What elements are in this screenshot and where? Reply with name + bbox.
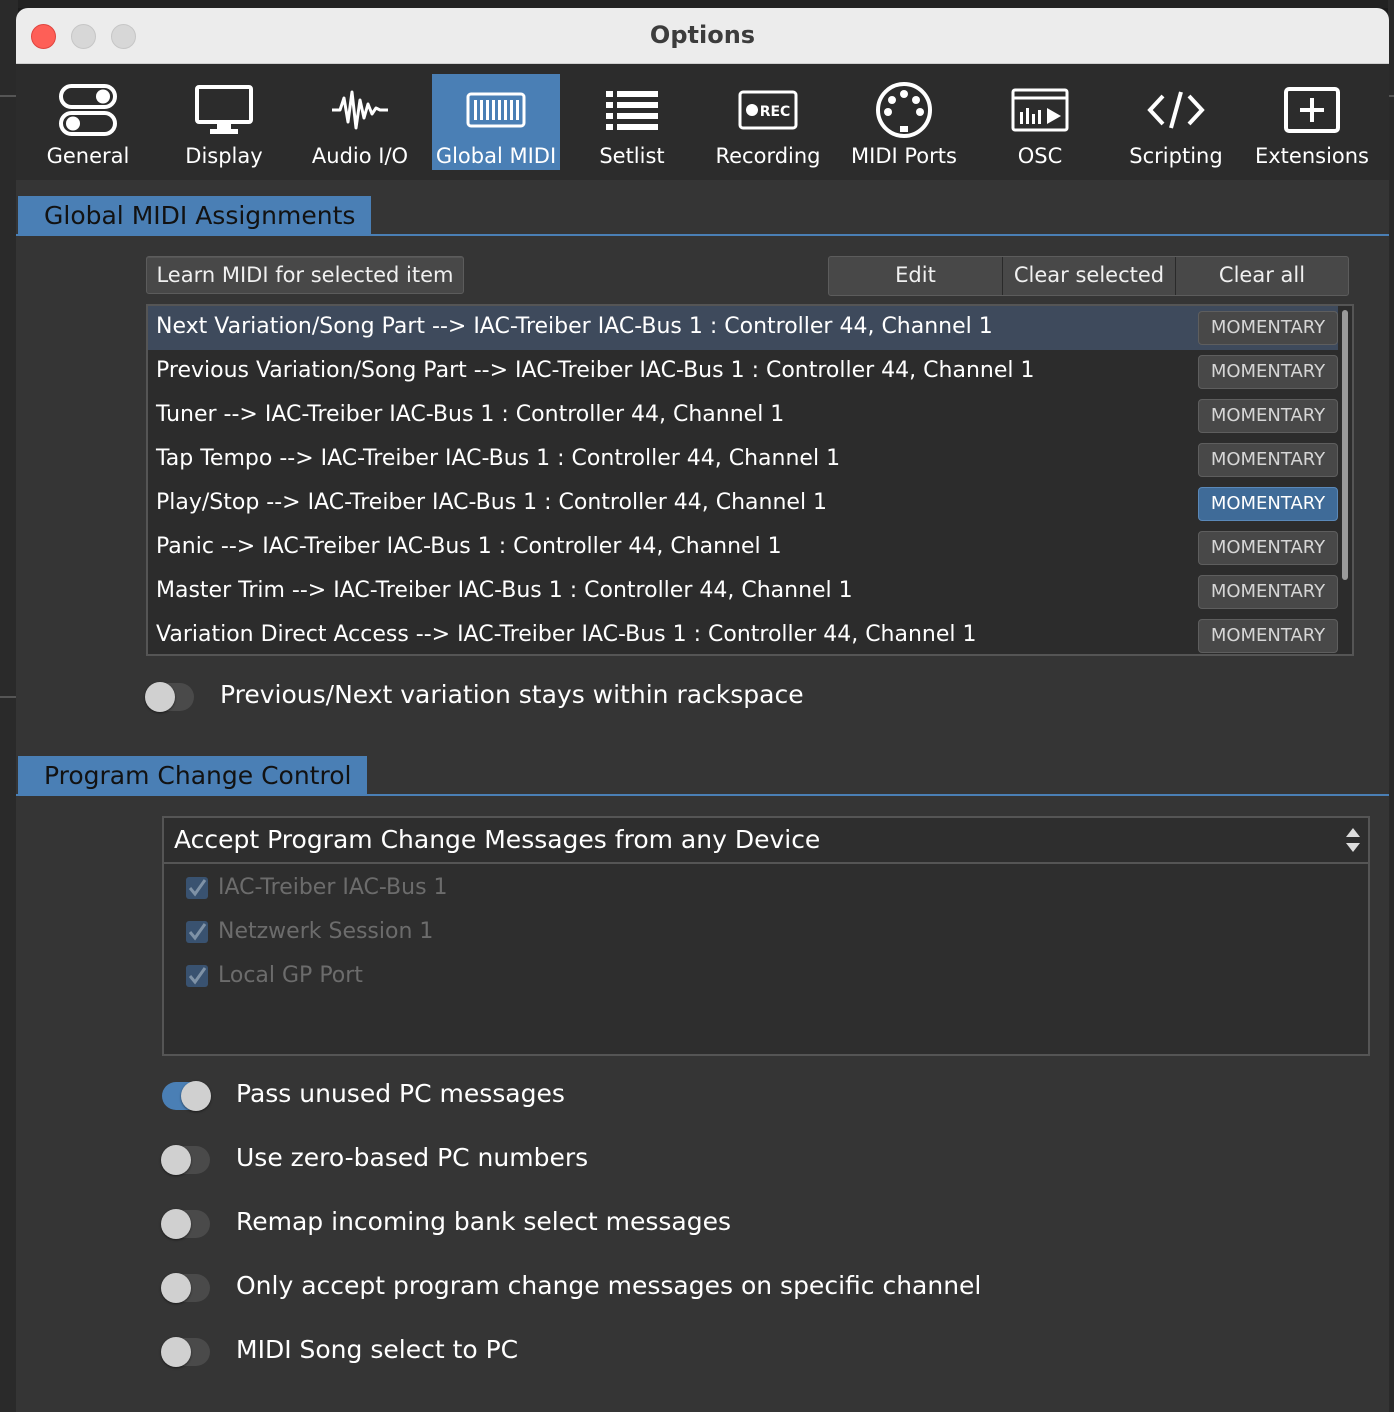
program-change-section-header: Program Change Control <box>18 756 368 796</box>
global-midi-section-header: Global MIDI Assignments <box>18 196 372 236</box>
pass-unused-pc-toggle[interactable] <box>162 1081 211 1111</box>
window-title: Options <box>649 21 756 49</box>
zero-based-pc-toggle[interactable] <box>161 1145 210 1175</box>
background-app-strip <box>0 0 1394 8</box>
song-select-to-pc-toggle[interactable] <box>161 1337 210 1367</box>
tab-scripting[interactable]: Scripting <box>1112 74 1240 170</box>
code-icon <box>1112 80 1240 140</box>
assignment-row[interactable]: Panic --> IAC-Treiber IAC-Bus 1 : Contro… <box>148 526 1338 570</box>
momentary-button[interactable]: MOMENTARY <box>1198 531 1338 565</box>
clear-all-button[interactable]: Clear all <box>1176 257 1348 295</box>
list-icon <box>568 80 696 140</box>
toggles-icon <box>24 80 152 140</box>
tab-osc[interactable]: OSC <box>976 74 1104 170</box>
monitor-icon <box>160 80 288 140</box>
song-select-to-pc-label: MIDI Song select to PC <box>236 1335 519 1364</box>
rec-icon: REC <box>704 80 832 140</box>
momentary-button[interactable]: MOMENTARY <box>1198 311 1338 345</box>
tab-general[interactable]: General <box>24 74 152 170</box>
assignment-row[interactable]: Next Variation/Song Part --> IAC-Treiber… <box>148 306 1338 350</box>
learn-midi-button[interactable]: Learn MIDI for selected item <box>146 256 464 294</box>
tab-display[interactable]: Display <box>160 74 288 170</box>
assignment-row[interactable]: Tuner --> IAC-Treiber IAC-Bus 1 : Contro… <box>148 394 1338 438</box>
clear-selected-button[interactable]: Clear selected <box>1003 257 1176 295</box>
tab-midi-ports[interactable]: MIDI Ports <box>840 74 968 170</box>
midi-assignment-list[interactable]: Next Variation/Song Part --> IAC-Treiber… <box>146 304 1354 656</box>
momentary-button[interactable]: MOMENTARY <box>1198 443 1338 477</box>
tab-extensions[interactable]: Extensions <box>1248 74 1376 170</box>
assignment-list-scrollbar[interactable] <box>1342 310 1348 580</box>
stay-in-rackspace-toggle[interactable] <box>145 682 194 712</box>
remap-bank-select-toggle[interactable] <box>161 1209 210 1239</box>
assignment-row[interactable]: Master Trim --> IAC-Treiber IAC-Bus 1 : … <box>148 570 1338 614</box>
tab-global-midi[interactable]: Global MIDI <box>432 74 560 170</box>
piano-keys-icon <box>432 80 560 140</box>
momentary-button[interactable]: MOMENTARY <box>1198 619 1338 653</box>
pass-unused-pc-label: Pass unused PC messages <box>236 1079 565 1108</box>
specific-channel-label: Only accept program change messages on s… <box>236 1271 982 1300</box>
select-arrows-icon <box>1344 826 1362 854</box>
assignment-row[interactable]: Tap Tempo --> IAC-Treiber IAC-Bus 1 : Co… <box>148 438 1338 482</box>
waveform-icon <box>296 80 424 140</box>
remap-bank-select-label: Remap incoming bank select messages <box>236 1207 731 1236</box>
checkbox[interactable] <box>186 921 208 943</box>
momentary-button[interactable]: MOMENTARY <box>1198 575 1338 609</box>
osc-icon <box>976 80 1104 140</box>
assignment-row[interactable]: Variation Direct Access --> IAC-Treiber … <box>148 614 1338 654</box>
assignment-row[interactable]: Play/Stop --> IAC-Treiber IAC-Bus 1 : Co… <box>148 482 1338 526</box>
midi-din-icon <box>840 80 968 140</box>
pc-device-list: IAC-Treiber IAC-Bus 1 Netzwerk Session 1… <box>162 864 1370 1056</box>
checkbox[interactable] <box>186 877 208 899</box>
edit-button-group: Edit Clear selected Clear all <box>828 256 1349 296</box>
tab-recording[interactable]: REC Recording <box>704 74 832 170</box>
checkbox[interactable] <box>186 965 208 987</box>
tab-setlist[interactable]: Setlist <box>568 74 696 170</box>
stay-in-rackspace-label: Previous/Next variation stays within rac… <box>220 680 804 709</box>
assignment-row[interactable]: Previous Variation/Song Part --> IAC-Tre… <box>148 350 1338 394</box>
specific-channel-toggle[interactable] <box>161 1273 210 1303</box>
zero-based-pc-label: Use zero-based PC numbers <box>236 1143 589 1172</box>
title-bar: Options <box>16 8 1389 64</box>
momentary-button[interactable]: MOMENTARY <box>1198 487 1338 521</box>
options-window: Options General Display Audio I/O Global… <box>16 8 1389 1412</box>
pc-source-select[interactable]: Accept Program Change Messages from any … <box>162 816 1370 864</box>
program-change-section-line <box>16 794 1389 796</box>
global-midi-section-line <box>16 234 1389 236</box>
tab-audio-io[interactable]: Audio I/O <box>296 74 424 170</box>
momentary-button[interactable]: MOMENTARY <box>1198 355 1338 389</box>
options-toolbar: General Display Audio I/O Global MIDI Se… <box>16 64 1389 180</box>
svg-text:REC: REC <box>760 104 791 120</box>
momentary-button[interactable]: MOMENTARY <box>1198 399 1338 433</box>
edit-button[interactable]: Edit <box>829 257 1003 295</box>
plus-box-icon <box>1248 80 1376 140</box>
